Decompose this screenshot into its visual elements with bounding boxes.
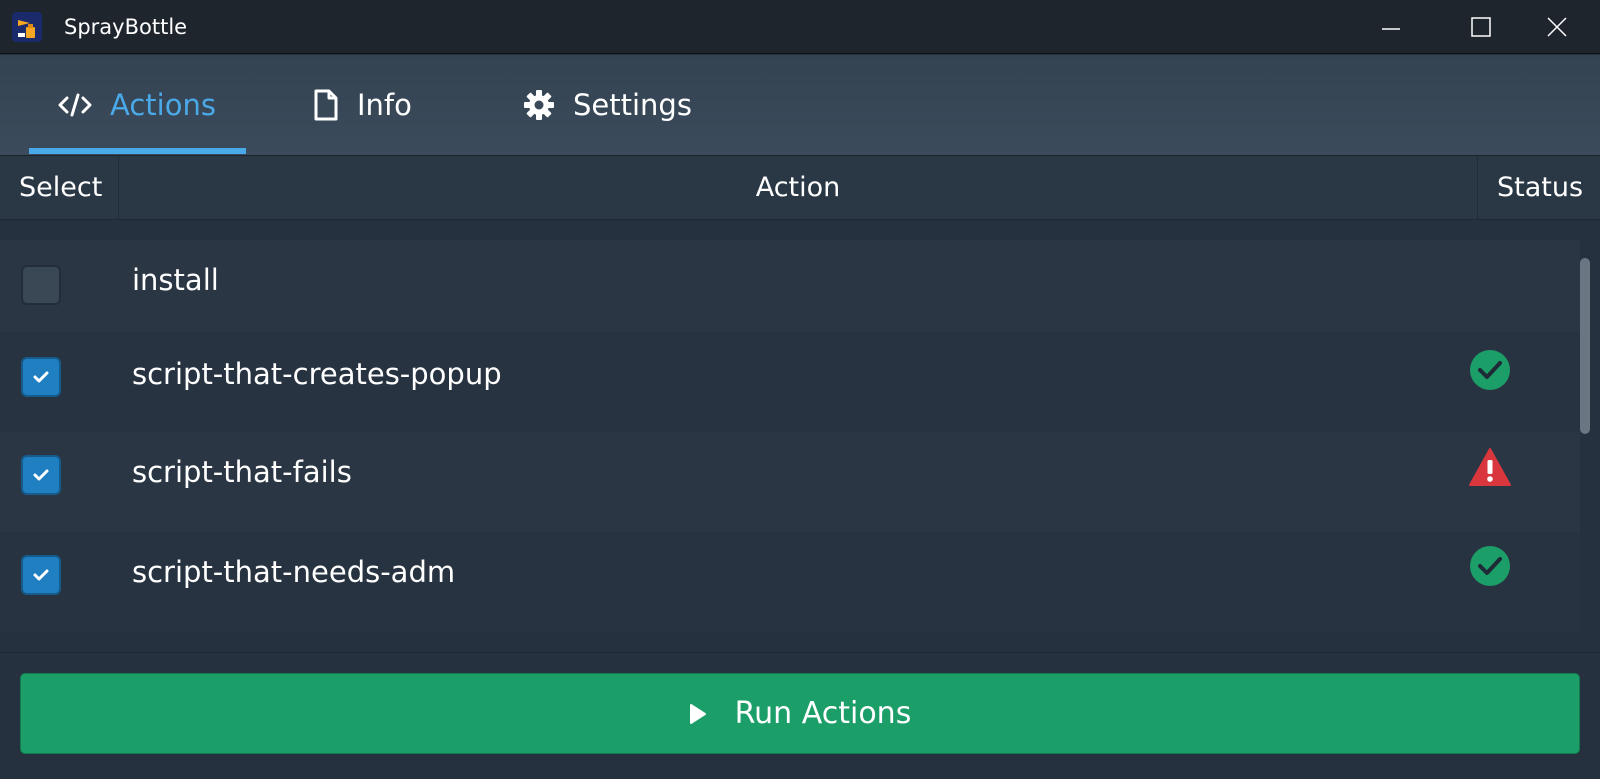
success-icon bbox=[1470, 350, 1510, 390]
maximize-icon bbox=[1471, 17, 1491, 37]
run-actions-button[interactable]: Run Actions bbox=[20, 673, 1580, 754]
tab-info[interactable]: Info bbox=[313, 55, 412, 155]
row-checkbox[interactable] bbox=[21, 555, 61, 595]
column-header-status[interactable]: Status bbox=[1497, 156, 1583, 220]
row-checkbox[interactable] bbox=[21, 455, 61, 495]
run-actions-label: Run Actions bbox=[734, 696, 912, 731]
title-bar: SprayBottle bbox=[0, 0, 1600, 54]
action-name: script-that-needs-adm bbox=[132, 555, 456, 589]
checkmark-icon bbox=[33, 469, 49, 481]
table-row[interactable]: script-that-fails bbox=[0, 432, 1580, 532]
minimize-button[interactable] bbox=[1346, 0, 1436, 54]
column-divider[interactable] bbox=[118, 156, 119, 220]
window-title: SprayBottle bbox=[64, 15, 188, 39]
code-icon bbox=[58, 92, 92, 118]
column-header-select[interactable]: Select bbox=[19, 156, 102, 220]
document-icon bbox=[313, 89, 339, 121]
tab-settings[interactable]: Settings bbox=[523, 55, 692, 155]
column-header-action[interactable]: Action bbox=[120, 156, 1476, 220]
gear-icon bbox=[523, 89, 555, 121]
tab-bar: Actions Info Settings bbox=[0, 55, 1600, 156]
table-row[interactable]: script-that-creates-popup bbox=[0, 332, 1580, 432]
success-icon bbox=[1470, 546, 1510, 586]
vertical-scrollbar[interactable] bbox=[1580, 258, 1590, 434]
close-button[interactable] bbox=[1512, 0, 1600, 54]
checkmark-icon bbox=[33, 371, 49, 383]
close-icon bbox=[1547, 17, 1567, 37]
tab-settings-label: Settings bbox=[573, 88, 692, 122]
action-name: script-that-fails bbox=[132, 455, 352, 489]
warning-icon bbox=[1469, 448, 1511, 486]
column-divider[interactable] bbox=[1477, 156, 1478, 220]
table-row[interactable]: script-that-needs-adm bbox=[0, 532, 1580, 632]
minimize-icon bbox=[1382, 28, 1400, 30]
tab-info-label: Info bbox=[357, 88, 412, 122]
row-checkbox[interactable] bbox=[21, 265, 61, 305]
spraybottle-logo-icon bbox=[12, 12, 42, 42]
play-icon bbox=[689, 703, 707, 725]
checkmark-icon bbox=[33, 569, 49, 581]
action-name: install bbox=[132, 263, 219, 297]
row-checkbox[interactable] bbox=[21, 357, 61, 397]
action-name: script-that-creates-popup bbox=[132, 357, 502, 391]
table-header: Select Action Status bbox=[0, 156, 1600, 220]
tab-actions[interactable]: Actions bbox=[58, 55, 216, 155]
active-tab-indicator bbox=[29, 148, 246, 154]
tab-actions-label: Actions bbox=[110, 88, 216, 122]
